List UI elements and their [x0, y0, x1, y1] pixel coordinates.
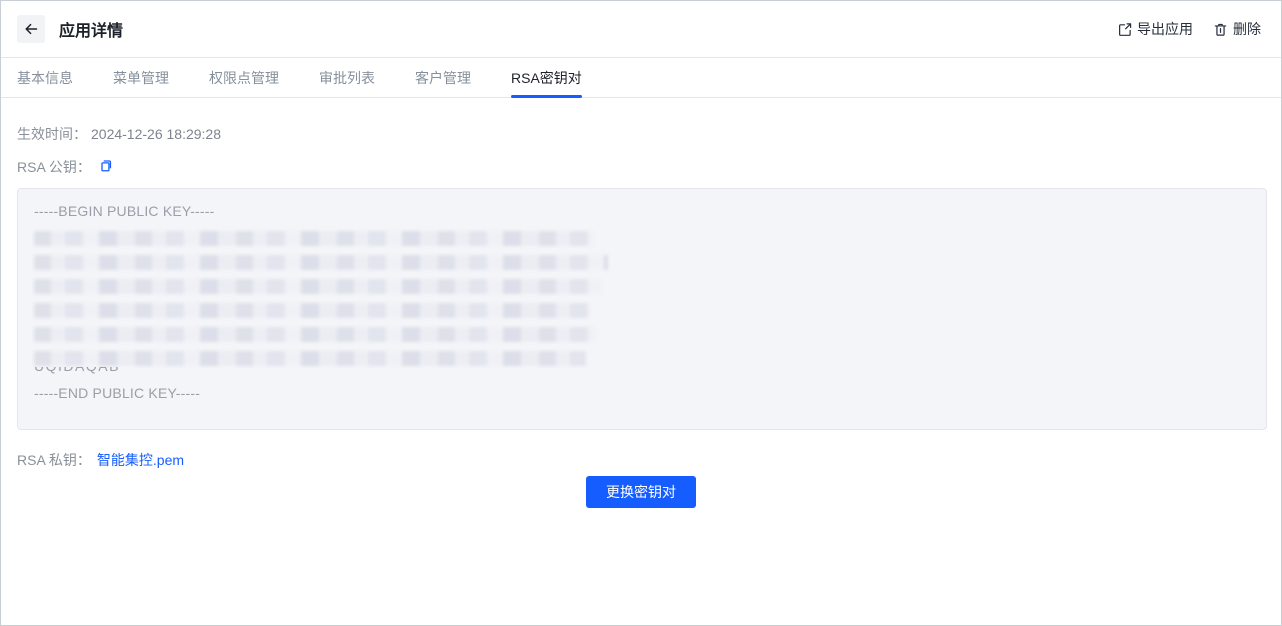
back-button[interactable]: [17, 15, 45, 43]
page-title: 应用详情: [59, 17, 123, 41]
public-key-end-line: -----END PUBLIC KEY-----: [34, 383, 1250, 403]
tab-label: 客户管理: [415, 68, 471, 88]
redacted-key-line: [34, 327, 596, 342]
export-app-label: 导出应用: [1137, 19, 1193, 39]
tab-basic-info[interactable]: 基本信息: [17, 58, 73, 97]
tab-label: RSA密钥对: [511, 68, 582, 88]
public-key-partial-text: UQIDAQAB: [34, 367, 1250, 374]
private-key-row: RSA 私钥： 智能集控.pem: [17, 450, 1265, 470]
effective-time-label: 生效时间：: [17, 124, 87, 144]
delete-label: 删除: [1233, 19, 1261, 39]
private-key-label: RSA 私钥：: [17, 450, 91, 470]
header-actions: 导出应用 删除: [1117, 19, 1261, 39]
tab-approval-list[interactable]: 审批列表: [319, 58, 375, 97]
public-key-label: RSA 公钥：: [17, 157, 91, 177]
tab-label: 菜单管理: [113, 68, 169, 88]
public-key-row: RSA 公钥：: [17, 157, 1265, 177]
public-key-box: -----BEGIN PUBLIC KEY----- UQIDAQAB ----…: [17, 188, 1267, 430]
redacted-key-line: [34, 279, 602, 294]
tab-customer-management[interactable]: 客户管理: [415, 58, 471, 97]
export-app-button[interactable]: 导出应用: [1117, 19, 1193, 39]
redacted-key-line: [34, 351, 586, 366]
copy-public-key-button[interactable]: [99, 158, 114, 176]
public-key-begin-line: -----BEGIN PUBLIC KEY-----: [34, 201, 1250, 221]
page-header: 应用详情 导出应用 删除: [1, 1, 1281, 58]
tab-label: 基本信息: [17, 68, 73, 88]
replace-keypair-button[interactable]: 更换密钥对: [586, 476, 696, 508]
tab-panel-rsa-keypair: 生效时间： 2024-12-26 18:29:28 RSA 公钥： -----B…: [1, 98, 1281, 508]
copy-icon: [99, 158, 114, 176]
tab-rsa-keypair[interactable]: RSA密钥对: [511, 58, 582, 97]
redacted-key-line: [34, 231, 594, 246]
effective-time-row: 生效时间： 2024-12-26 18:29:28: [17, 124, 1265, 144]
app-detail-window: 应用详情 导出应用 删除: [0, 0, 1282, 626]
private-key-file-link[interactable]: 智能集控.pem: [97, 450, 184, 470]
tab-permission-management[interactable]: 权限点管理: [209, 58, 279, 97]
redacted-key-line: [34, 255, 608, 270]
tab-label: 权限点管理: [209, 68, 279, 88]
tab-menu-management[interactable]: 菜单管理: [113, 58, 169, 97]
trash-icon: [1213, 22, 1228, 37]
effective-time-value: 2024-12-26 18:29:28: [91, 124, 221, 144]
export-icon: [1117, 22, 1132, 37]
button-row: 更换密钥对: [17, 476, 1265, 508]
tab-bar: 基本信息 菜单管理 权限点管理 审批列表 客户管理 RSA密钥对: [1, 58, 1281, 98]
public-key-partial-line: UQIDAQAB: [34, 367, 1250, 376]
delete-button[interactable]: 删除: [1213, 19, 1261, 39]
arrow-left-icon: [23, 21, 39, 37]
tab-label: 审批列表: [319, 68, 375, 88]
redacted-key-line: [34, 303, 590, 318]
